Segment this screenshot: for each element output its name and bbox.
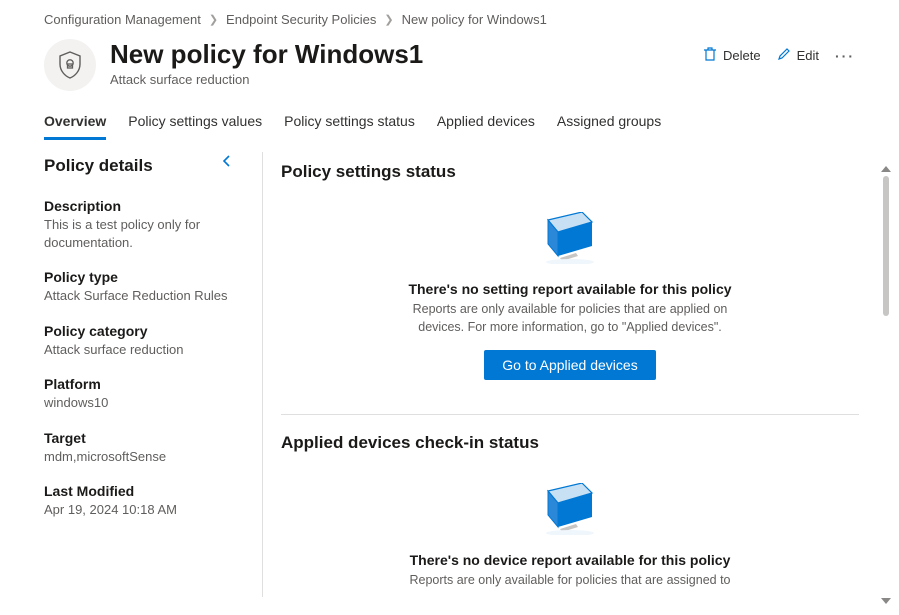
detail-label-target: Target bbox=[44, 430, 238, 446]
scrollbar-thumb[interactable] bbox=[883, 176, 889, 316]
detail-label-last-modified: Last Modified bbox=[44, 483, 238, 499]
more-actions-button[interactable]: ··· bbox=[835, 48, 855, 64]
breadcrumb-item-policies[interactable]: Endpoint Security Policies bbox=[226, 12, 376, 27]
tabs-bar: Overview Policy settings values Policy s… bbox=[0, 91, 899, 140]
main-content: Policy settings status There's no settin… bbox=[281, 156, 899, 597]
breadcrumb-item-current: New policy for Windows1 bbox=[402, 12, 547, 27]
section-title-settings-status: Policy settings status bbox=[281, 162, 859, 182]
page-subtitle: Attack surface reduction bbox=[110, 72, 423, 87]
empty-desc-devices: Reports are only available for policies … bbox=[405, 572, 735, 590]
edit-button[interactable]: Edit bbox=[777, 47, 819, 64]
shield-icon bbox=[44, 39, 96, 91]
sidebar-policy-details: Policy details Description This is a tes… bbox=[44, 156, 244, 597]
scroll-down-arrow-icon[interactable] bbox=[881, 598, 891, 604]
section-title-devices-checkin: Applied devices check-in status bbox=[281, 433, 859, 453]
collapse-sidebar-button[interactable] bbox=[220, 154, 232, 171]
go-to-applied-devices-button[interactable]: Go to Applied devices bbox=[484, 350, 655, 380]
monitor-icon bbox=[540, 483, 600, 538]
scrollbar[interactable] bbox=[879, 166, 893, 604]
edit-label: Edit bbox=[797, 48, 819, 63]
detail-label-platform: Platform bbox=[44, 376, 238, 392]
detail-value-policy-type: Attack Surface Reduction Rules bbox=[44, 287, 238, 305]
empty-desc-settings: Reports are only available for policies … bbox=[405, 301, 735, 336]
detail-value-policy-category: Attack surface reduction bbox=[44, 341, 238, 359]
detail-value-platform: windows10 bbox=[44, 394, 238, 412]
detail-value-description: This is a test policy only for documenta… bbox=[44, 216, 238, 251]
scroll-up-arrow-icon[interactable] bbox=[881, 166, 891, 172]
detail-label-policy-type: Policy type bbox=[44, 269, 238, 285]
detail-value-last-modified: Apr 19, 2024 10:18 AM bbox=[44, 501, 238, 519]
pencil-icon bbox=[777, 47, 791, 64]
tab-assigned-groups[interactable]: Assigned groups bbox=[557, 113, 661, 140]
detail-value-target: mdm,microsoftSense bbox=[44, 448, 238, 466]
empty-title-devices: There's no device report available for t… bbox=[405, 552, 735, 568]
empty-title-settings: There's no setting report available for … bbox=[405, 281, 735, 297]
tab-applied-devices[interactable]: Applied devices bbox=[437, 113, 535, 140]
monitor-icon bbox=[540, 212, 600, 267]
tab-settings-values[interactable]: Policy settings values bbox=[128, 113, 262, 140]
tab-settings-status[interactable]: Policy settings status bbox=[284, 113, 415, 140]
empty-state-devices: There's no device report available for t… bbox=[405, 473, 735, 597]
delete-button[interactable]: Delete bbox=[703, 47, 761, 64]
breadcrumb: Configuration Management ❯ Endpoint Secu… bbox=[0, 0, 899, 35]
detail-label-description: Description bbox=[44, 198, 238, 214]
chevron-right-icon: ❯ bbox=[209, 13, 218, 26]
breadcrumb-item-config[interactable]: Configuration Management bbox=[44, 12, 201, 27]
section-divider bbox=[281, 414, 859, 415]
empty-state-settings: There's no setting report available for … bbox=[405, 202, 735, 402]
delete-label: Delete bbox=[723, 48, 761, 63]
detail-label-policy-category: Policy category bbox=[44, 323, 238, 339]
tab-overview[interactable]: Overview bbox=[44, 113, 106, 140]
vertical-divider bbox=[262, 152, 263, 597]
chevron-right-icon: ❯ bbox=[384, 13, 393, 26]
page-header: New policy for Windows1 Attack surface r… bbox=[0, 35, 899, 91]
sidebar-title: Policy details bbox=[44, 156, 238, 176]
trash-icon bbox=[703, 47, 717, 64]
page-title: New policy for Windows1 bbox=[110, 39, 423, 70]
